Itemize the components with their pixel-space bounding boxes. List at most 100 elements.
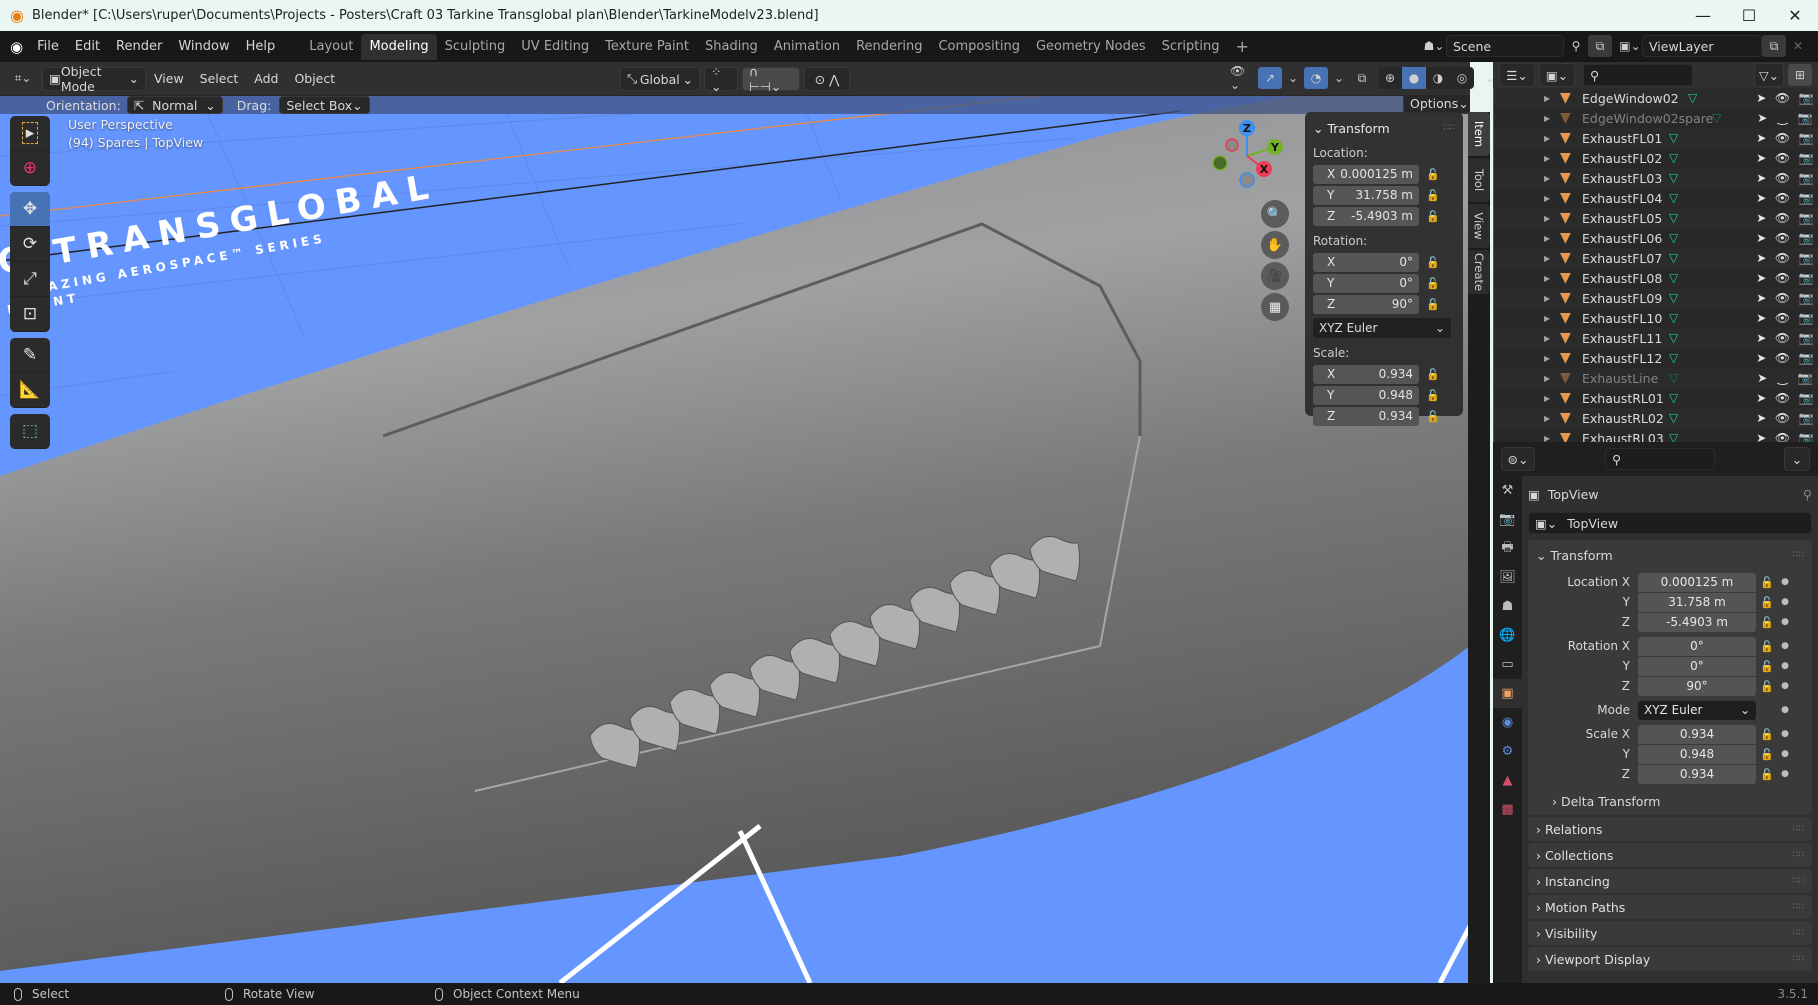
- measure-tool-icon[interactable]: 📐: [10, 373, 50, 408]
- transform-panel-header[interactable]: ⌄ Transform: [1313, 121, 1390, 136]
- expand-arrow-icon[interactable]: ▶: [1544, 314, 1550, 323]
- lock-icon[interactable]: 🔓: [1756, 768, 1778, 781]
- selectable-icon[interactable]: ➤: [1756, 91, 1766, 105]
- menu-edit[interactable]: Edit: [67, 35, 108, 59]
- mesh-data-icon[interactable]: ▽: [1669, 151, 1678, 165]
- eye-icon[interactable]: 👁: [1775, 91, 1790, 105]
- location-y-field[interactable]: Y 31.758 m: [1313, 185, 1419, 205]
- lock-icon[interactable]: 🔓: [1419, 298, 1447, 311]
- expand-arrow-icon[interactable]: ▶: [1544, 394, 1550, 403]
- eye-icon[interactable]: 👁: [1775, 151, 1790, 165]
- navigation-gizmo[interactable]: Z Y X: [1205, 116, 1295, 196]
- eye-icon[interactable]: 👁: [1775, 251, 1790, 265]
- lock-icon[interactable]: 🔓: [1756, 660, 1778, 673]
- render-camera-icon[interactable]: 📷: [1799, 171, 1814, 185]
- lock-icon[interactable]: 🔓: [1756, 680, 1778, 693]
- constraints-tab-icon[interactable]: ⚙: [1493, 737, 1522, 766]
- panel-relations[interactable]: › Relations ∷∷: [1528, 817, 1812, 841]
- keyframe-dot-icon[interactable]: ●: [1778, 577, 1792, 587]
- selectable-icon[interactable]: ➤: [1756, 151, 1766, 165]
- drag-dropdown[interactable]: Select Box ⌄: [279, 96, 370, 114]
- tab-item[interactable]: Item: [1468, 112, 1490, 156]
- mesh-data-icon[interactable]: ▽: [1669, 191, 1678, 205]
- expand-arrow-icon[interactable]: ▶: [1544, 214, 1550, 223]
- gizmo-neg-x[interactable]: [1225, 138, 1239, 152]
- outliner-item[interactable]: ▶ ▼ ExhaustFL04 ▽ ➤ 👁 📷: [1494, 188, 1818, 208]
- camera-view-icon[interactable]: 🎥: [1261, 262, 1289, 290]
- scale-field[interactable]: 0.948: [1638, 744, 1756, 764]
- drag-handle-icon[interactable]: ∷∷: [1793, 928, 1804, 938]
- lock-icon[interactable]: 🔓: [1756, 728, 1778, 741]
- world-tab-icon[interactable]: 🌐: [1493, 621, 1522, 650]
- move-tool-icon[interactable]: ✥: [10, 192, 50, 227]
- 3d-viewport[interactable]: C TRANSGLOBAL AMAZING AEROSPACE™ SERIES …: [0, 96, 1470, 983]
- selectable-icon[interactable]: ➤: [1756, 291, 1766, 305]
- lock-icon[interactable]: 🔓: [1419, 168, 1447, 181]
- selectable-icon[interactable]: ➤: [1756, 271, 1766, 285]
- drag-handle-icon[interactable]: ∷∷: [1793, 550, 1804, 560]
- object-tab-icon[interactable]: ▣: [1493, 679, 1522, 708]
- rotation-field[interactable]: 90°: [1638, 676, 1756, 696]
- keyframe-dot-icon[interactable]: ●: [1778, 597, 1792, 607]
- selectable-icon[interactable]: ➤: [1756, 311, 1766, 325]
- delete-view-layer-icon[interactable]: ✕: [1786, 35, 1810, 57]
- selectable-icon[interactable]: ➤: [1757, 371, 1767, 385]
- rotation-x-field[interactable]: X 0°: [1313, 252, 1419, 272]
- render-tab-icon[interactable]: 📷: [1493, 505, 1522, 534]
- eye-icon[interactable]: 👁: [1775, 231, 1790, 245]
- physics-tab-icon[interactable]: ◉: [1493, 708, 1522, 737]
- mesh-data-icon[interactable]: ▽: [1669, 231, 1678, 245]
- expand-arrow-icon[interactable]: ▶: [1544, 234, 1550, 243]
- show-gizmo-icon[interactable]: ↗: [1258, 67, 1282, 89]
- render-camera-icon[interactable]: 📷: [1799, 271, 1814, 285]
- render-camera-icon[interactable]: 📷: [1799, 131, 1814, 145]
- selectable-icon[interactable]: ➤: [1756, 211, 1766, 225]
- lock-icon[interactable]: 🔓: [1419, 256, 1447, 269]
- mesh-data-icon[interactable]: ▽: [1669, 411, 1678, 425]
- eye-icon[interactable]: 👁: [1775, 171, 1790, 185]
- transform-panel-header[interactable]: ⌄ Transform ∷∷: [1528, 544, 1812, 566]
- tab-modeling[interactable]: Modeling: [361, 33, 437, 60]
- menu-render[interactable]: Render: [108, 35, 170, 59]
- filter-icon[interactable]: ▽⌄: [1754, 63, 1784, 87]
- pin-icon[interactable]: ⚲: [1803, 487, 1812, 502]
- tab-texture-paint[interactable]: Texture Paint: [597, 34, 697, 60]
- keyframe-dot-icon[interactable]: ●: [1778, 681, 1792, 691]
- lock-icon[interactable]: 🔓: [1419, 389, 1447, 402]
- view-layer-filter-icon[interactable]: ▣⌄: [1539, 63, 1575, 87]
- outliner-item[interactable]: ▶ ▼ ExhaustFL03 ▽ ➤ 👁 📷: [1494, 168, 1818, 188]
- selectable-icon[interactable]: ➤: [1757, 111, 1767, 125]
- lock-icon[interactable]: 🔓: [1756, 616, 1778, 629]
- render-camera-icon[interactable]: 📷: [1799, 251, 1814, 265]
- render-camera-icon[interactable]: 📷: [1798, 111, 1813, 125]
- menu-help[interactable]: Help: [238, 35, 284, 59]
- eye-icon[interactable]: 👁: [1775, 351, 1790, 365]
- close-button[interactable]: ✕: [1772, 0, 1818, 31]
- drag-handle-icon[interactable]: ∷∷: [1444, 123, 1455, 133]
- render-camera-icon[interactable]: 📷: [1799, 151, 1814, 165]
- snap-icon[interactable]: ∩ ⊢⊣⌄: [742, 64, 800, 94]
- drag-handle-icon[interactable]: ∷∷: [1793, 824, 1804, 834]
- keyframe-dot-icon[interactable]: ●: [1778, 769, 1792, 779]
- expand-arrow-icon[interactable]: ▶: [1544, 354, 1550, 363]
- outliner-item[interactable]: ▶ ▼ ExhaustFL12 ▽ ➤ 👁 📷: [1494, 348, 1818, 368]
- selectable-icon[interactable]: ➤: [1756, 131, 1766, 145]
- selectable-icon[interactable]: ➤: [1756, 411, 1766, 425]
- lock-icon[interactable]: 🔓: [1756, 596, 1778, 609]
- new-view-layer-icon[interactable]: ⧉: [1762, 35, 1786, 57]
- perspective-toggle-icon[interactable]: ▦: [1261, 293, 1289, 321]
- outliner-item[interactable]: ▶ ▼ ExhaustFL09 ▽ ➤ 👁 📷: [1494, 288, 1818, 308]
- rotation-mode-dropdown[interactable]: XYZ Euler ⌄: [1313, 318, 1451, 338]
- expand-arrow-icon[interactable]: ▶: [1544, 334, 1550, 343]
- eye-icon[interactable]: 👁: [1775, 191, 1790, 205]
- rotation-mode-dropdown[interactable]: XYZ Euler ⌄: [1638, 700, 1756, 720]
- expand-arrow-icon[interactable]: ▶: [1544, 174, 1550, 183]
- tab-geometry-nodes[interactable]: Geometry Nodes: [1028, 34, 1154, 60]
- rotate-tool-icon[interactable]: ⟳: [10, 227, 50, 262]
- keyframe-dot-icon[interactable]: ●: [1778, 729, 1792, 739]
- tab-compositing[interactable]: Compositing: [930, 34, 1028, 60]
- selectable-icon[interactable]: ➤: [1756, 351, 1766, 365]
- proportional-editing-icon[interactable]: ⊙ ⋀: [804, 67, 850, 91]
- lock-icon[interactable]: 🔓: [1419, 210, 1447, 223]
- mesh-data-icon[interactable]: ▽: [1669, 371, 1678, 385]
